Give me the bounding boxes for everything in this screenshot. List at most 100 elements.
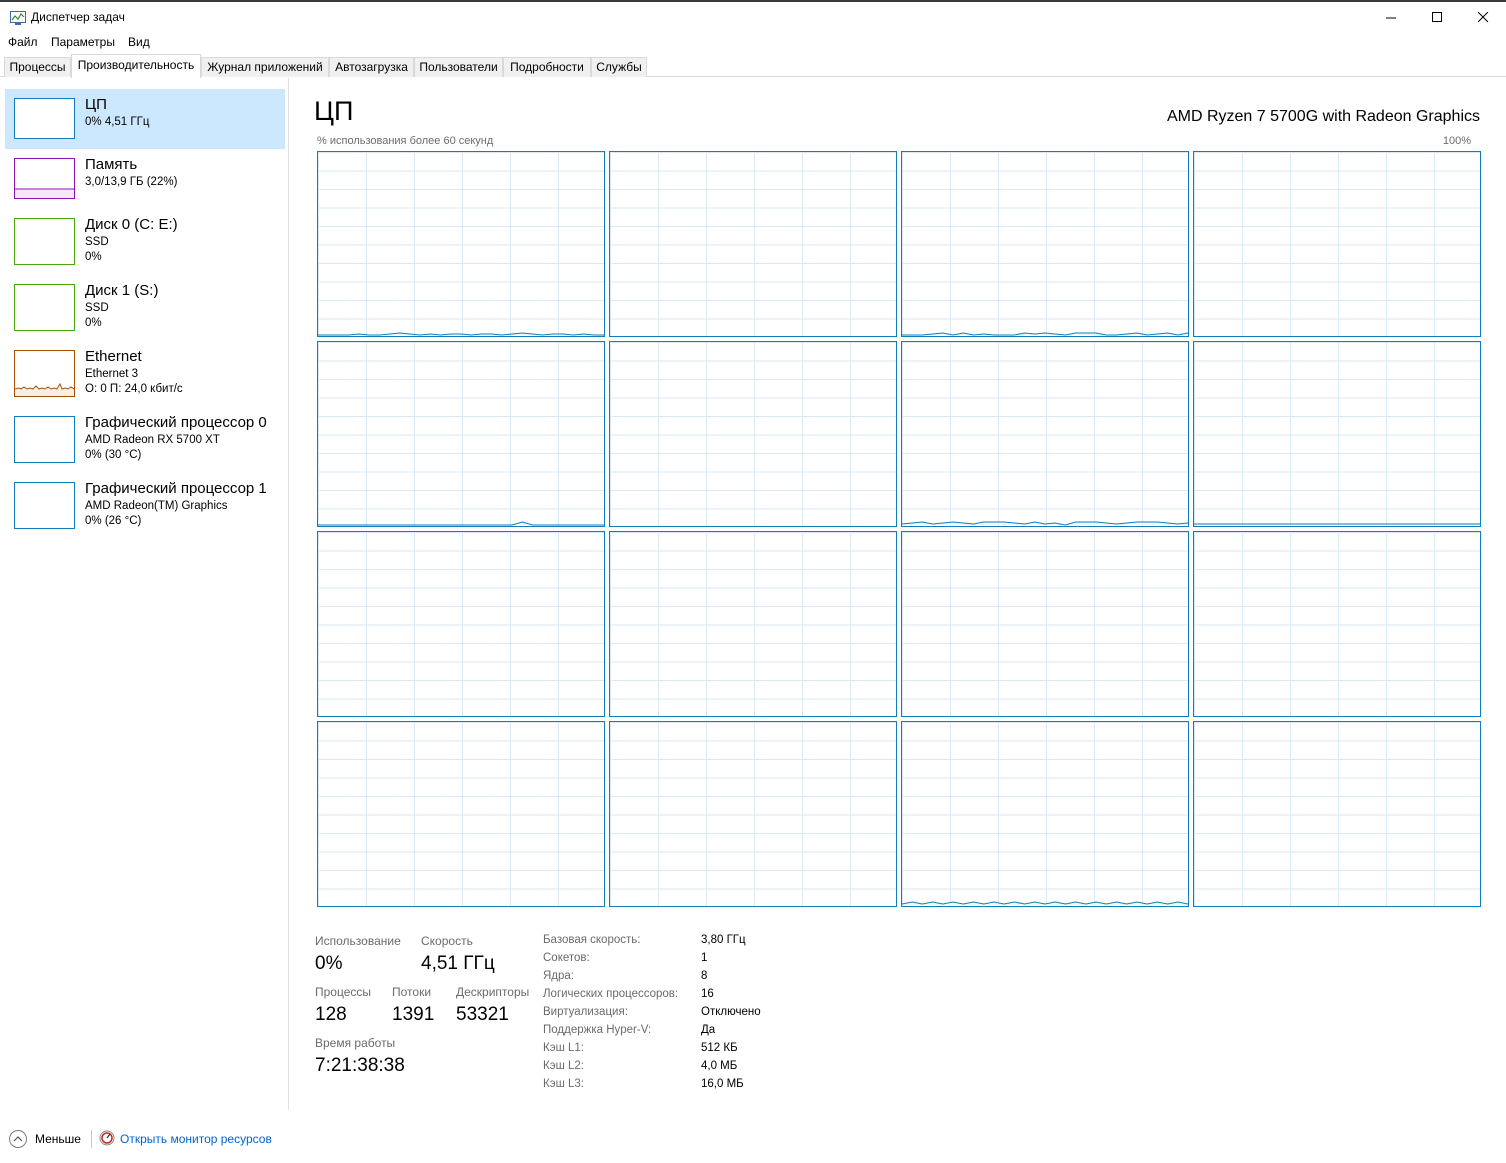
close-button[interactable] [1460, 2, 1506, 32]
open-resource-monitor-link[interactable]: Открыть монитор ресурсов [120, 1132, 272, 1146]
l3-cache-value: 16,0 МБ [701, 1078, 744, 1090]
menu-file[interactable]: Файл [8, 35, 38, 49]
processes-value: 128 [315, 1004, 347, 1025]
tab-bar: Процессы Производительность Журнал прило… [0, 54, 1506, 78]
hyperv-value: Да [701, 1024, 716, 1036]
cpu-model-name: AMD Ryzen 7 5700G with Radeon Graphics [1166, 108, 1480, 125]
core-graph [609, 341, 897, 527]
tab-app-history[interactable]: Журнал приложений [201, 57, 329, 77]
chevron-up-icon [13, 1136, 23, 1142]
uptime-label: Время работы [315, 1036, 396, 1050]
core-usage-trace [318, 332, 604, 336]
sidebar-item-disk1[interactable]: Диск 1 (S:) SSD 0% [5, 276, 285, 336]
sidebar-item-sub: AMD Radeon(TM) Graphics [85, 500, 228, 512]
ethernet-graph [15, 382, 74, 396]
close-icon [1477, 11, 1488, 22]
sidebar-item-sub: 0% 4,51 ГГц [85, 116, 150, 128]
threads-value: 1391 [392, 1004, 435, 1025]
cpu-thumbnail [14, 98, 75, 139]
usage-label: Использование [315, 934, 401, 948]
menu-options[interactable]: Параметры [51, 35, 115, 49]
l2-cache-value: 4,0 МБ [701, 1060, 738, 1072]
core-usage-trace [902, 332, 1188, 336]
core-graph [317, 531, 605, 717]
menu-view[interactable]: Вид [128, 35, 150, 49]
l1-cache-value: 512 КБ [701, 1042, 738, 1054]
sidebar-item-gpu0[interactable]: Графический процессор 0 AMD Radeon RX 57… [5, 408, 285, 468]
virtualization-label: Виртуализация: [543, 1006, 628, 1018]
sidebar-item-sub2: 0% [85, 317, 102, 329]
core-graph [609, 531, 897, 717]
sidebar-item-title: Диск 0 (C: E:) [85, 216, 178, 233]
core-usage-trace [1194, 523, 1480, 525]
gpu0-thumbnail [14, 416, 75, 463]
virtualization-value: Отключено [701, 1006, 761, 1018]
sidebar-item-sub: SSD [85, 236, 109, 248]
cpu-detail-panel: ЦП AMD Ryzen 7 5700G with Radeon Graphic… [290, 78, 1506, 1128]
core-graph [609, 721, 897, 907]
core-usage-trace [318, 521, 604, 526]
minimize-icon [1385, 17, 1396, 18]
core-graph [1193, 151, 1481, 337]
sidebar-item-sub2: 0% [85, 251, 102, 263]
l3-cache-label: Кэш L3: [543, 1078, 584, 1090]
sockets-label: Сокетов: [543, 952, 590, 964]
tab-users[interactable]: Пользователи [414, 57, 503, 77]
minimize-button[interactable] [1368, 2, 1414, 32]
disk1-thumbnail [14, 284, 75, 331]
footer-bar: Меньше Открыть монитор ресурсов [0, 1126, 1506, 1152]
handles-value: 53321 [456, 1004, 509, 1025]
memory-thumbnail [14, 158, 75, 199]
core-graph [901, 151, 1189, 337]
footer-divider [91, 1130, 92, 1148]
sidebar-item-title: Ethernet [85, 348, 142, 365]
l2-cache-label: Кэш L2: [543, 1060, 584, 1072]
tab-details[interactable]: Подробности [503, 57, 591, 77]
maximize-button[interactable] [1414, 2, 1460, 32]
sidebar-item-memory[interactable]: Память 3,0/13,9 ГБ (22%) [5, 150, 285, 210]
core-usage-trace [902, 901, 1188, 905]
fewer-details-label[interactable]: Меньше [35, 1132, 81, 1146]
base-speed-label: Базовая скорость: [543, 934, 641, 946]
sidebar-item-ethernet[interactable]: Ethernet Ethernet 3 О: 0 П: 24,0 кбит/с [5, 342, 285, 402]
title-bar: Диспетчер задач [0, 2, 1506, 32]
core-graph [317, 721, 605, 907]
core-graph [1193, 531, 1481, 717]
fewer-details-button[interactable] [9, 1130, 27, 1148]
uptime-value: 7:21:38:38 [315, 1055, 405, 1076]
sidebar-item-sub2: О: 0 П: 24,0 кбит/с [85, 383, 183, 395]
sidebar-item-sub: AMD Radeon RX 5700 XT [85, 434, 220, 446]
usage-value: 0% [315, 953, 343, 974]
sidebar-item-title: Графический процессор 0 [85, 414, 267, 431]
sidebar-item-disk0[interactable]: Диск 0 (C: E:) SSD 0% [5, 210, 285, 270]
l1-cache-label: Кэш L1: [543, 1042, 584, 1054]
sidebar-item-sub2: 0% (26 °C) [85, 515, 142, 527]
processes-label: Процессы [315, 985, 372, 999]
ethernet-thumbnail [14, 350, 75, 397]
tab-processes[interactable]: Процессы [4, 57, 71, 77]
base-speed-value: 3,80 ГГц [701, 934, 746, 946]
core-graph [317, 341, 605, 527]
tab-performance[interactable]: Производительность [71, 54, 201, 78]
core-graph [609, 151, 897, 337]
cores-label: Ядра: [543, 970, 575, 982]
threads-label: Потоки [392, 985, 432, 999]
tab-services[interactable]: Службы [591, 57, 647, 77]
sidebar-item-sub: 3,0/13,9 ГБ (22%) [85, 176, 178, 188]
sidebar-item-gpu1[interactable]: Графический процессор 1 AMD Radeon(TM) G… [5, 474, 285, 534]
gpu1-thumbnail [14, 482, 75, 529]
sidebar-item-title: ЦП [85, 96, 107, 113]
sidebar-item-cpu[interactable]: ЦП 0% 4,51 ГГц [5, 89, 285, 149]
graph-max-label: 100% [1442, 135, 1471, 147]
speed-value: 4,51 ГГц [421, 953, 495, 974]
core-usage-trace [902, 521, 1188, 526]
resource-monitor-icon [99, 1130, 115, 1146]
tab-startup[interactable]: Автозагрузка [329, 57, 414, 77]
core-graph [901, 341, 1189, 527]
graph-caption: % использования более 60 секунд [317, 135, 494, 147]
core-graph [901, 721, 1189, 907]
menu-bar: Файл Параметры Вид [0, 32, 1506, 52]
memory-graph-fill [15, 188, 74, 198]
sidebar-item-title: Диск 1 (S:) [85, 282, 159, 299]
core-graph [317, 151, 605, 337]
